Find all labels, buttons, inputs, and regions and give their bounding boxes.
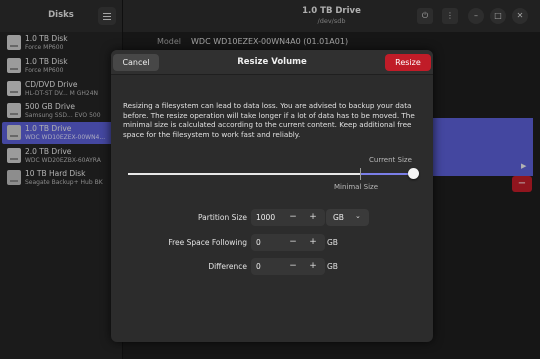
current-size-label: Current Size bbox=[369, 156, 412, 164]
partition-size-value[interactable]: 1000 bbox=[256, 213, 275, 222]
increment-button[interactable]: + bbox=[303, 209, 323, 226]
minimal-size-marker bbox=[359, 168, 361, 180]
slider-fill bbox=[359, 173, 414, 175]
free-space-spin: 0 − + bbox=[251, 234, 325, 251]
unit-selected: GB bbox=[333, 213, 344, 222]
increment-button[interactable]: + bbox=[303, 234, 323, 251]
difference-label: Difference bbox=[208, 262, 247, 271]
partition-size-spin: 1000 − + bbox=[251, 209, 325, 226]
decrement-button[interactable]: − bbox=[283, 234, 303, 251]
partition-size-label: Partition Size bbox=[197, 213, 247, 222]
dialog-header: Cancel Resize Volume Resize bbox=[111, 50, 433, 75]
decrement-button[interactable]: − bbox=[283, 209, 303, 226]
chevron-down-icon: ⌄ bbox=[355, 212, 361, 220]
free-space-value[interactable]: 0 bbox=[256, 238, 261, 247]
resize-button[interactable]: Resize bbox=[385, 54, 431, 71]
resize-warning-text: Resizing a filesystem can lead to data l… bbox=[123, 101, 415, 139]
difference-value[interactable]: 0 bbox=[256, 262, 261, 271]
difference-unit: GB bbox=[327, 262, 338, 271]
decrement-button[interactable]: − bbox=[283, 258, 303, 275]
free-space-label: Free Space Following bbox=[168, 238, 247, 247]
difference-spin: 0 − + bbox=[251, 258, 325, 275]
resize-volume-dialog: Cancel Resize Volume Resize Resizing a f… bbox=[111, 50, 433, 342]
increment-button[interactable]: + bbox=[303, 258, 323, 275]
free-space-unit: GB bbox=[327, 238, 338, 247]
size-unit-dropdown[interactable]: GB ⌄ bbox=[326, 209, 369, 226]
size-slider-track[interactable] bbox=[128, 173, 414, 175]
slider-handle[interactable] bbox=[408, 168, 419, 179]
minimal-size-label: Minimal Size bbox=[334, 183, 379, 191]
